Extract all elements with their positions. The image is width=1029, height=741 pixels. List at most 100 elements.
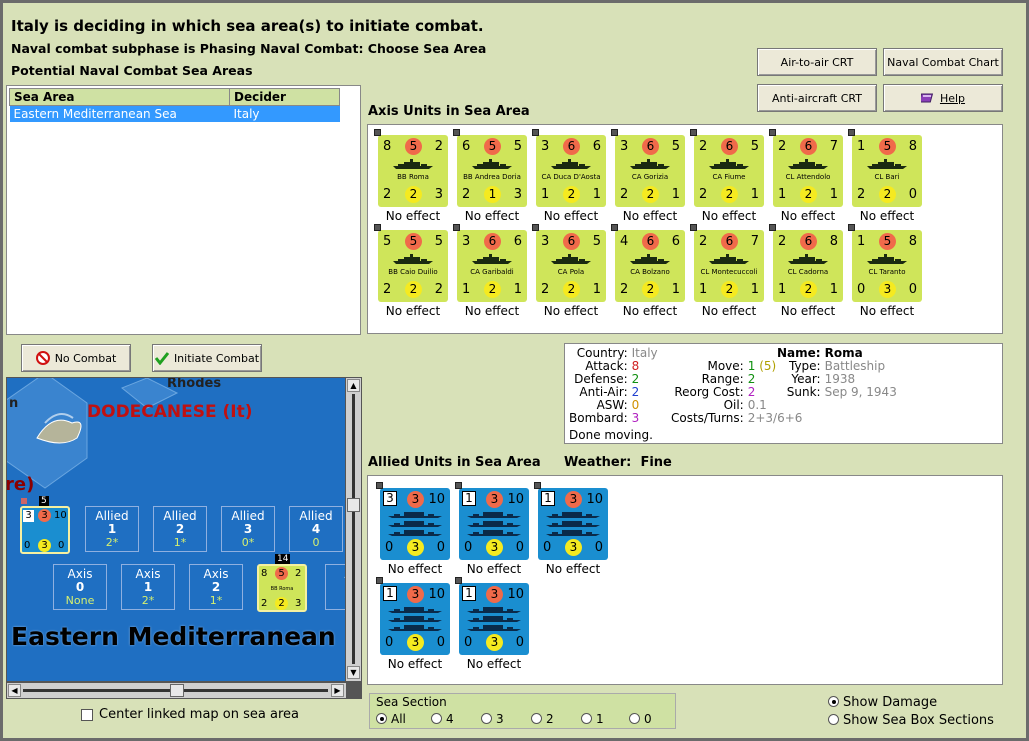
sea-section-2[interactable]: 2 [531, 712, 581, 726]
scroll-right-icon[interactable]: ▶ [331, 684, 344, 697]
axis-unit-counter[interactable]: 4 6 6 CA Bolzano 2 2 1 No effect [611, 224, 685, 318]
unit-pin-icon [453, 129, 460, 136]
axis-unit-counter[interactable]: 6 5 5 BB Andrea Doria 2 1 3 No effect [453, 129, 527, 223]
sea-section-0[interactable]: 0 [629, 712, 669, 726]
allied-unit-counter[interactable]: 1 3 10 0 3 0 No effect [376, 577, 450, 671]
ship-silhouette-icon [551, 254, 591, 264]
unit-card[interactable]: 6 5 5 BB Andrea Doria 2 1 3 [457, 135, 527, 207]
weather-label: Weather: Fine [564, 455, 672, 470]
ship-silhouette-icon [467, 512, 521, 536]
radio-icon[interactable] [581, 713, 592, 724]
scroll-left-icon[interactable]: ◀ [8, 684, 21, 697]
unit-stat-br: 0 [436, 540, 445, 555]
checkbox-box[interactable] [81, 708, 93, 721]
axis-box-3[interactable]: Ax [325, 564, 345, 610]
unit-effect: No effect [387, 657, 443, 671]
axis-box-0[interactable]: Axis 0 None [53, 564, 107, 610]
col-decider[interactable]: Decider [229, 88, 340, 106]
show-sections-radio[interactable]: Show Sea Box Sections [828, 713, 994, 728]
radio-icon[interactable] [828, 714, 839, 725]
radio-icon[interactable] [376, 713, 387, 724]
stack-count-badge: 14 [275, 554, 291, 564]
sea-section-4[interactable]: 4 [431, 712, 481, 726]
air-to-air-crt-button[interactable]: Air-to-air CRT [757, 48, 877, 76]
show-damage-radio[interactable]: Show Damage [828, 695, 937, 710]
map-vertical-scrollbar[interactable]: ▲ ▼ [346, 378, 361, 681]
unit-card[interactable]: 3 6 6 CA Garibaldi 1 2 1 [457, 230, 527, 302]
option-label: 4 [446, 712, 454, 726]
unit-card[interactable]: 2 6 8 CL Cadorna 1 2 1 [773, 230, 843, 302]
allied-box-4[interactable]: Allied 4 0 [289, 506, 343, 552]
initiate-combat-button[interactable]: Initiate Combat [152, 344, 262, 372]
allied-box-3[interactable]: Allied 3 0* [221, 506, 275, 552]
radio-icon[interactable] [431, 713, 442, 724]
dodecanese-label: DODECANESE (It) [87, 402, 253, 422]
center-linked-checkbox[interactable]: Center linked map on sea area [81, 707, 299, 722]
allied-unit-counter[interactable]: 3 3 10 0 3 0 No effect [376, 482, 450, 576]
unit-card[interactable]: 8 5 2 BB Roma 2 2 3 [378, 135, 448, 207]
unit-card[interactable]: 2 6 5 CA Fiume 2 2 1 [694, 135, 764, 207]
unit-stat-tc: 5 [879, 233, 896, 250]
unit-card[interactable]: 3 6 6 CA Duca D'Aosta 1 2 1 [536, 135, 606, 207]
radio-icon[interactable] [481, 713, 492, 724]
axis-unit-counter[interactable]: 2 6 5 CA Fiume 2 2 1 No effect [690, 129, 764, 223]
unit-stat-tl: 1 [857, 234, 866, 249]
axis-unit-counter[interactable]: 1 5 8 CL Taranto 0 3 0 No effect [848, 224, 922, 318]
axis-unit-counter[interactable]: 8 5 2 BB Roma 2 2 3 No effect [374, 129, 448, 223]
axis-unit-counter[interactable]: 3 6 6 CA Duca D'Aosta 1 2 1 No effect [532, 129, 606, 223]
scroll-down-icon[interactable]: ▼ [347, 666, 360, 679]
unit-card[interactable]: 5 5 5 BB Caio Duilio 2 2 2 [378, 230, 448, 302]
scroll-up-icon[interactable]: ▲ [347, 379, 360, 392]
axis-box-1[interactable]: Axis 1 2* [121, 564, 175, 610]
unit-stat-tr: 7 [750, 234, 759, 249]
unit-card[interactable]: 1 3 10 0 3 0 [459, 583, 529, 655]
sea-section-1[interactable]: 1 [581, 712, 629, 726]
table-row[interactable]: Eastern Mediterranean Sea Italy [9, 105, 340, 122]
map-axis-stack[interactable]: 8 5 2 BB Roma 2 2 3 [257, 564, 307, 612]
anti-aircraft-crt-button[interactable]: Anti-aircraft CRT [757, 84, 877, 112]
unit-card[interactable]: 3 6 5 CA Gorizia 2 2 1 [615, 135, 685, 207]
unit-card[interactable]: 1 5 8 CL Taranto 0 3 0 [852, 230, 922, 302]
allied-unit-counter[interactable]: 1 3 10 0 3 0 No effect [455, 577, 529, 671]
axis-unit-counter[interactable]: 3 6 5 CA Gorizia 2 2 1 No effect [611, 129, 685, 223]
unit-card[interactable]: 2 6 7 CL Attendolo 1 2 1 [773, 135, 843, 207]
allied-box-2[interactable]: Allied 2 1* [153, 506, 207, 552]
help-button[interactable]: Help [883, 84, 1003, 112]
radio-icon[interactable] [629, 713, 640, 724]
unit-card[interactable]: 3 3 10 0 3 0 [380, 488, 450, 560]
unit-pin-icon [455, 577, 462, 584]
map-canvas[interactable]: Rhodes n DODECANESE (It) re) 3 3 10 0 3 … [7, 378, 345, 681]
unit-card[interactable]: 2 6 7 CL Montecuccoli 1 2 1 [694, 230, 764, 302]
unit-stat-bl: 2 [383, 282, 392, 297]
col-sea-area[interactable]: Sea Area [9, 88, 230, 106]
sea-section-3[interactable]: 3 [481, 712, 531, 726]
axis-unit-counter[interactable]: 2 6 8 CL Cadorna 1 2 1 No effect [769, 224, 843, 318]
unit-card[interactable]: 1 5 8 CL Bari 2 2 0 [852, 135, 922, 207]
unit-card[interactable]: 1 3 10 0 3 0 [459, 488, 529, 560]
axis-unit-counter[interactable]: 3 6 5 CA Pola 2 2 1 No effect [532, 224, 606, 318]
axis-unit-counter[interactable]: 3 6 6 CA Garibaldi 1 2 1 No effect [453, 224, 527, 318]
unit-card[interactable]: 1 3 10 0 3 0 [380, 583, 450, 655]
scroll-thumb[interactable] [347, 498, 360, 512]
unit-card[interactable]: 3 6 5 CA Pola 2 2 1 [536, 230, 606, 302]
subphase-text: Naval combat subphase is Phasing Naval C… [11, 41, 487, 56]
axis-unit-counter[interactable]: 2 6 7 CL Montecuccoli 1 2 1 No effect [690, 224, 764, 318]
allied-unit-counter[interactable]: 1 3 10 0 3 0 No effect [534, 482, 608, 576]
axis-unit-counter[interactable]: 2 6 7 CL Attendolo 1 2 1 No effect [769, 129, 843, 223]
map-allied-stack[interactable]: 3 3 10 0 3 0 [20, 506, 70, 554]
allied-unit-counter[interactable]: 1 3 10 0 3 0 No effect [455, 482, 529, 576]
sea-section-all[interactable]: All [376, 712, 431, 726]
map-horizontal-scrollbar[interactable]: ◀ ▶ [7, 683, 346, 698]
radio-icon[interactable] [828, 696, 839, 707]
allied-box-1[interactable]: Allied 1 2* [85, 506, 139, 552]
unit-card[interactable]: 1 3 10 0 3 0 [538, 488, 608, 560]
no-combat-button[interactable]: No Combat [21, 344, 131, 372]
unit-stat-bl: 1 [699, 282, 708, 297]
axis-unit-counter[interactable]: 1 5 8 CL Bari 2 2 0 No effect [848, 129, 922, 223]
unit-card[interactable]: 4 6 6 CA Bolzano 2 2 1 [615, 230, 685, 302]
axis-box-2[interactable]: Axis 2 1* [189, 564, 243, 610]
axis-unit-counter[interactable]: 5 5 5 BB Caio Duilio 2 2 2 No effect [374, 224, 448, 318]
naval-combat-chart-button[interactable]: Naval Combat Chart [883, 48, 1003, 76]
scroll-thumb[interactable] [170, 684, 184, 697]
radio-icon[interactable] [531, 713, 542, 724]
